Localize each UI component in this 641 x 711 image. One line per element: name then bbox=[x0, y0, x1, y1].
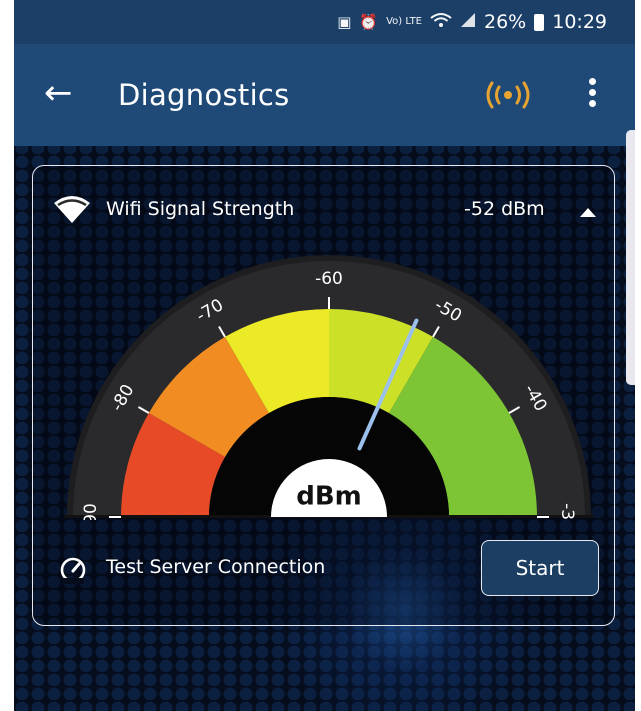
arrow-left-icon[interactable]: ← bbox=[44, 68, 73, 118]
volte-icon: Vo) LTE bbox=[386, 16, 422, 27]
gauge-tick-label: -90 bbox=[81, 503, 101, 520]
alarm-icon: ⏰ bbox=[359, 13, 379, 31]
status-bar: ▣ ⏰ Vo) LTE 26% 10:29 bbox=[14, 0, 635, 44]
wifi-icon bbox=[54, 196, 90, 223]
save-icon: ▣ bbox=[337, 13, 352, 31]
signal-label: Wifi Signal Strength bbox=[106, 198, 295, 220]
phone-screen: ▣ ⏰ Vo) LTE 26% 10:29 ← Diagnostics Wifi… bbox=[14, 0, 635, 711]
wifi-icon bbox=[430, 12, 452, 32]
battery-percent: 26% bbox=[484, 11, 527, 33]
scrollbar[interactable] bbox=[626, 130, 635, 385]
page-title: Diagnostics bbox=[118, 78, 290, 112]
clock: 10:29 bbox=[552, 11, 607, 33]
cell-signal-icon bbox=[460, 12, 476, 32]
gauge-tick-label: -60 bbox=[315, 269, 343, 289]
gauge-unit-label: dBm bbox=[296, 482, 362, 512]
gauge-tick-label: -30 bbox=[557, 503, 577, 520]
battery-icon bbox=[534, 13, 545, 31]
more-vertical-icon[interactable] bbox=[582, 74, 602, 114]
speedometer-icon bbox=[60, 557, 86, 584]
signal-value: -52 dBm bbox=[464, 198, 545, 220]
broadcast-icon[interactable] bbox=[484, 80, 532, 110]
app-bar: ← Diagnostics bbox=[14, 44, 635, 146]
test-label: Test Server Connection bbox=[106, 556, 326, 578]
collapse-caret-icon[interactable] bbox=[580, 208, 596, 217]
signal-gauge: -90-80-70-60-50-40-30dBm bbox=[64, 255, 594, 520]
start-button[interactable]: Start bbox=[481, 540, 599, 596]
